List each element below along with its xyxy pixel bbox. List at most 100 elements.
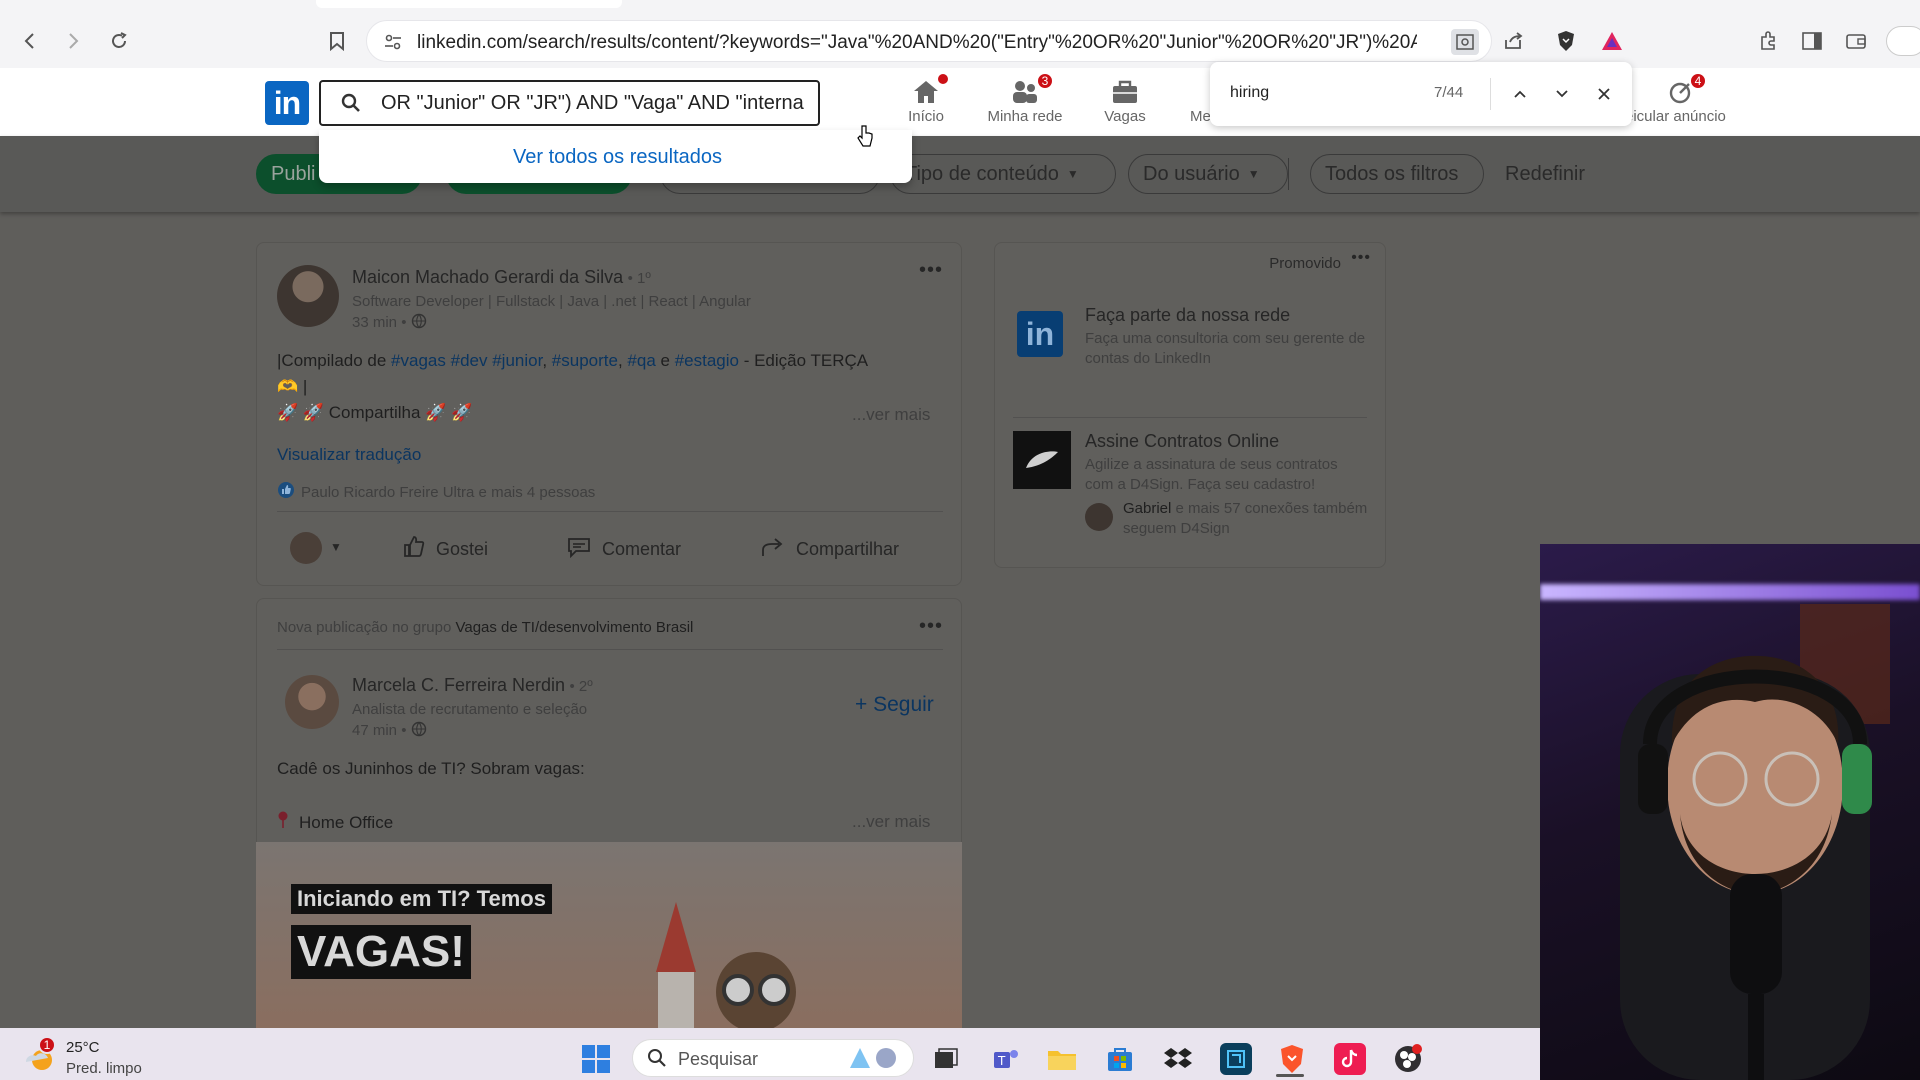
more-options-icon[interactable]: ••• (919, 259, 943, 282)
advertise-badge: 4 (1689, 72, 1707, 90)
thumbs-up-icon (402, 535, 426, 564)
chevron-down-icon[interactable]: ▼ (330, 540, 342, 554)
hashtag[interactable]: #vagas (391, 351, 446, 370)
ad-description: Faça uma consultoria com seu gerente de … (1085, 330, 1366, 367)
task-view-icon[interactable] (930, 1043, 962, 1075)
see-more-link[interactable]: ...ver mais (852, 405, 930, 425)
sidebar-icon[interactable] (1798, 28, 1826, 54)
briefcase-icon (1111, 76, 1139, 108)
reaction-avatar[interactable] (290, 532, 322, 564)
promoted-sidebar: Promovido ••• in Faça parte da nossa red… (994, 242, 1386, 568)
find-match-count: 7/44 (1434, 84, 1464, 101)
social-proof-text: Gabriel e mais 57 conexões também seguem… (1123, 500, 1368, 537)
more-options-icon[interactable]: ••• (919, 615, 943, 638)
forward-icon[interactable] (58, 26, 88, 56)
hashtag[interactable]: #junior (492, 351, 542, 370)
active-app-indicator (1276, 1074, 1304, 1077)
post-text-line3: 🚀 🚀 Compartilha 🚀 🚀 (277, 403, 473, 422)
pin-icon (277, 811, 289, 834)
microsoft-store-icon[interactable] (1104, 1043, 1136, 1075)
d4sign-ad-logo[interactable] (1013, 431, 1071, 489)
author-name[interactable]: Maicon Machado Gerardi da Silva (352, 267, 623, 287)
author-headline: Software Developer | Fullstack | Java | … (352, 293, 751, 310)
file-explorer-icon[interactable] (1046, 1043, 1078, 1075)
linkedin-ad-logo[interactable]: in (1017, 311, 1063, 357)
see-all-results-link[interactable]: Ver todos os resultados (513, 146, 722, 169)
image-caption: Iniciando em TI? Temos (291, 884, 552, 914)
brave-rewards-icon[interactable] (1598, 28, 1626, 54)
find-divider (1490, 78, 1491, 110)
author-name[interactable]: Marcela C. Ferreira Nerdin (352, 675, 565, 695)
nav-messaging-label: Me (1190, 108, 1211, 125)
search-icon (341, 93, 361, 118)
connection-degree: • 1º (627, 270, 651, 287)
extensions-icon[interactable] (1754, 28, 1782, 54)
translate-link[interactable]: Visualizar tradução (277, 445, 421, 465)
brave-browser-icon[interactable] (1276, 1043, 1308, 1075)
windows-start-icon[interactable] (580, 1043, 612, 1075)
hashtag[interactable]: #qa (627, 351, 655, 370)
obs-icon[interactable] (1392, 1043, 1424, 1075)
post-image[interactable]: Iniciando em TI? Temos VAGAS! (256, 842, 962, 1028)
avatar[interactable] (277, 265, 339, 327)
taskbar-search[interactable]: Pesquisar (632, 1039, 914, 1077)
bookmark-icon[interactable] (322, 26, 352, 56)
hashtag[interactable]: #suporte (552, 351, 618, 370)
chevron-down-icon: ▼ (1247, 167, 1260, 181)
more-options-icon[interactable]: ••• (1351, 249, 1371, 267)
filter-content-type[interactable]: Tipo de conteúdo ▼ (890, 154, 1116, 194)
url-text[interactable]: linkedin.com/search/results/content/?key… (417, 32, 1417, 54)
nav-home[interactable]: Início (894, 72, 958, 132)
comment-button[interactable]: Comentar (566, 536, 681, 562)
see-more-link[interactable]: ...ver mais (852, 812, 930, 832)
avatar[interactable] (285, 675, 339, 729)
group-name-link[interactable]: Vagas de TI/desenvolvimento Brasil (455, 619, 693, 636)
tiktok-icon[interactable] (1334, 1043, 1366, 1075)
nav-home-label: Início (908, 108, 944, 125)
back-icon[interactable] (15, 26, 45, 56)
linkedin-logo[interactable]: in (265, 81, 309, 125)
webcam-overlay (1540, 544, 1920, 1080)
follow-button[interactable]: + Seguir (855, 693, 934, 717)
find-next-icon[interactable] (1550, 82, 1574, 106)
nav-advertise[interactable]: 4 eicular anúncio (1625, 72, 1743, 132)
weather-icon[interactable]: 1 (22, 1036, 58, 1074)
reactions-summary[interactable]: Paulo Ricardo Freire Ultra e mais 4 pess… (277, 481, 595, 503)
site-info-icon[interactable] (379, 29, 407, 55)
search-box[interactable] (319, 80, 820, 126)
find-previous-icon[interactable] (1508, 82, 1532, 106)
dropbox-icon[interactable] (1162, 1043, 1194, 1075)
teams-icon[interactable]: T (990, 1043, 1022, 1075)
reload-icon[interactable] (104, 26, 134, 56)
hashtag[interactable]: #dev (451, 351, 488, 370)
comment-icon (566, 536, 592, 563)
ad-title[interactable]: Assine Contratos Online (1085, 431, 1279, 452)
active-tab[interactable] (316, 0, 622, 8)
search-icon (647, 1048, 667, 1073)
post-text: |Compilado de #vagas #dev #junior, #supo… (277, 351, 869, 370)
nav-network-label: Minha rede (987, 108, 1063, 125)
vpn-button[interactable] (1886, 26, 1920, 56)
nav-jobs[interactable]: Vagas (1095, 76, 1155, 132)
wallet-icon[interactable] (1842, 28, 1870, 54)
find-close-icon[interactable] (1592, 82, 1616, 106)
address-bar[interactable]: linkedin.com/search/results/content/?key… (366, 20, 1492, 62)
find-query-input[interactable]: hiring (1230, 84, 1269, 102)
find-in-page-icon[interactable] (1451, 29, 1479, 55)
like-button[interactable]: Gostei (402, 535, 488, 564)
share-button[interactable]: Compartilhar (760, 536, 899, 562)
ad-title[interactable]: Faça parte da nossa rede (1085, 305, 1290, 326)
vscode-icon[interactable] (1220, 1043, 1252, 1075)
all-filters-button[interactable]: Todos os filtros (1310, 154, 1484, 194)
search-input[interactable] (381, 88, 809, 118)
brave-shield-icon[interactable] (1552, 28, 1580, 54)
share-icon[interactable] (1500, 28, 1528, 54)
filter-from-user[interactable]: Do usuário ▼ (1128, 154, 1288, 194)
streamer-silhouette (1620, 655, 1872, 1080)
hashtag[interactable]: #estagio (675, 351, 739, 370)
copilot-icon[interactable] (848, 1044, 904, 1077)
chevron-down-icon: ▼ (1066, 167, 1079, 181)
home-icon (912, 72, 950, 108)
nav-network[interactable]: 3 Minha rede (975, 72, 1075, 132)
reset-filters-button[interactable]: Redefinir (1505, 163, 1585, 186)
